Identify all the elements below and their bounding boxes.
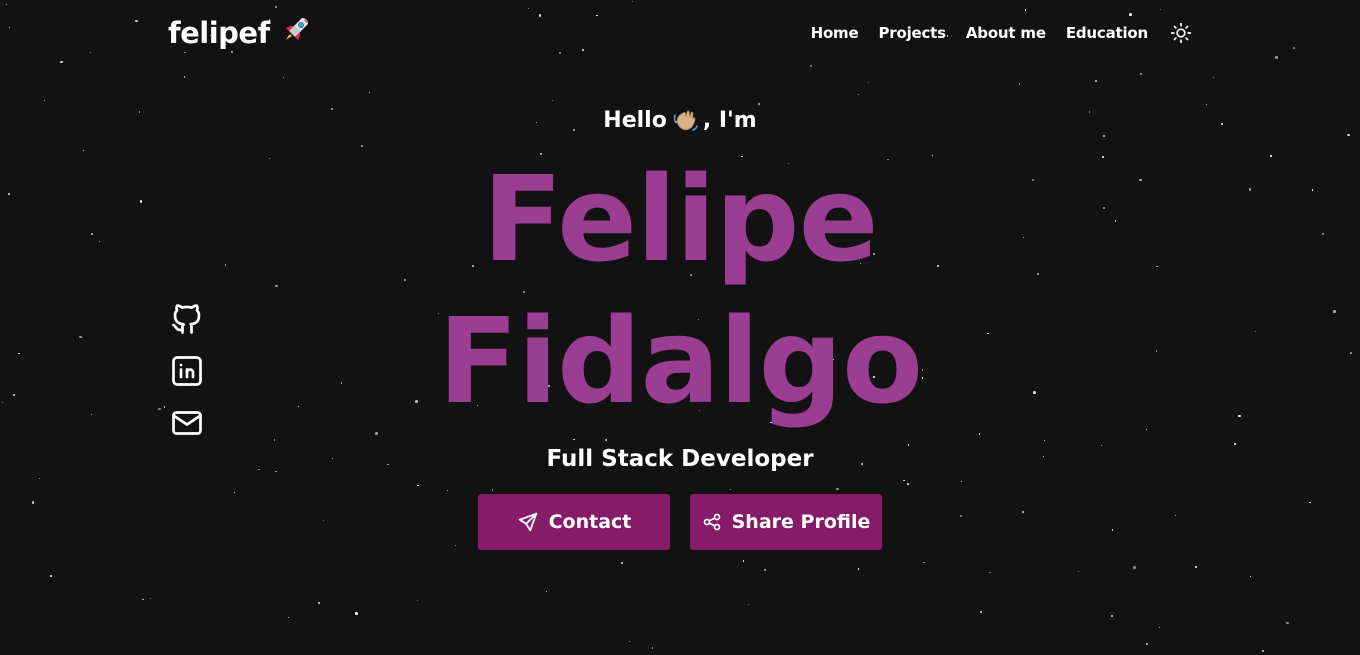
star [558, 51, 562, 55]
star [988, 571, 991, 574]
contact-button[interactable]: Contact [478, 494, 670, 550]
star [527, 8, 529, 10]
star [283, 77, 285, 79]
main-nav: Home Projects About me Education [811, 22, 1192, 44]
star [857, 93, 859, 96]
star [5, 4, 7, 6]
top-navbar: felipef Home Projects About me Education [168, 14, 1192, 52]
star [1133, 566, 1136, 569]
share-profile-button[interactable]: Share Profile [690, 494, 882, 550]
nav-home[interactable]: Home [811, 24, 859, 42]
role-title: Full Stack Developer [546, 446, 814, 472]
star [317, 601, 321, 605]
star [355, 612, 358, 615]
star [1250, 575, 1252, 578]
star [135, 19, 138, 23]
star [1293, 47, 1295, 50]
star [1286, 621, 1289, 625]
star [1110, 615, 1113, 617]
greeting: Hello , I'm [603, 100, 756, 140]
nav-education[interactable]: Education [1066, 24, 1148, 42]
star [287, 616, 289, 618]
star [545, 591, 547, 593]
nav-about-me[interactable]: About me [966, 24, 1046, 42]
waving-hand-icon [671, 106, 699, 134]
star [1275, 56, 1278, 59]
theme-toggle-button[interactable] [1170, 22, 1192, 44]
star [980, 610, 982, 613]
star [141, 598, 144, 601]
star [60, 60, 63, 64]
star [1159, 9, 1161, 11]
share-profile-button-label: Share Profile [731, 511, 871, 533]
star [764, 568, 766, 571]
star [183, 76, 186, 78]
star [8, 27, 10, 29]
nav-projects[interactable]: Projects [878, 24, 946, 42]
star [1024, 9, 1027, 12]
star [1159, 626, 1161, 628]
hero-name: Felipe Fidalgo [437, 148, 923, 432]
star [1261, 649, 1265, 653]
star [1212, 77, 1214, 79]
first-name: Felipe [482, 150, 878, 288]
star [857, 567, 860, 570]
brand-name: felipef [168, 16, 270, 50]
star [867, 81, 869, 83]
star [629, 641, 631, 643]
sun-icon [1170, 22, 1192, 44]
star [1077, 571, 1079, 573]
last-name: Fidalgo [437, 292, 923, 430]
rocket-icon [280, 14, 312, 53]
star [1146, 643, 1148, 646]
star [1195, 566, 1197, 568]
greeting-suffix: , I'm [702, 107, 757, 133]
star [369, 91, 371, 94]
star [50, 574, 53, 577]
star [149, 598, 151, 600]
star [631, 0, 634, 3]
star [417, 599, 419, 601]
star [620, 561, 623, 564]
contact-button-label: Contact [548, 511, 632, 533]
star [810, 65, 813, 68]
star [1094, 80, 1097, 82]
star [1018, 83, 1021, 86]
star [742, 560, 745, 563]
star [651, 647, 654, 649]
brand-logo[interactable]: felipef [168, 14, 312, 53]
page: felipef Home Projects About me Education [0, 0, 1360, 655]
star [1139, 72, 1143, 76]
send-icon [518, 512, 537, 532]
share-icon [703, 513, 720, 531]
star [275, 5, 277, 8]
hero-section: Hello , I'm Felipe Fidalgo Full Stack De… [0, 100, 1360, 550]
greeting-prefix: Hello [603, 107, 667, 133]
star [90, 51, 92, 53]
star [747, 603, 750, 605]
star [923, 561, 925, 564]
hero-actions: Contact Share Profile [478, 494, 882, 550]
